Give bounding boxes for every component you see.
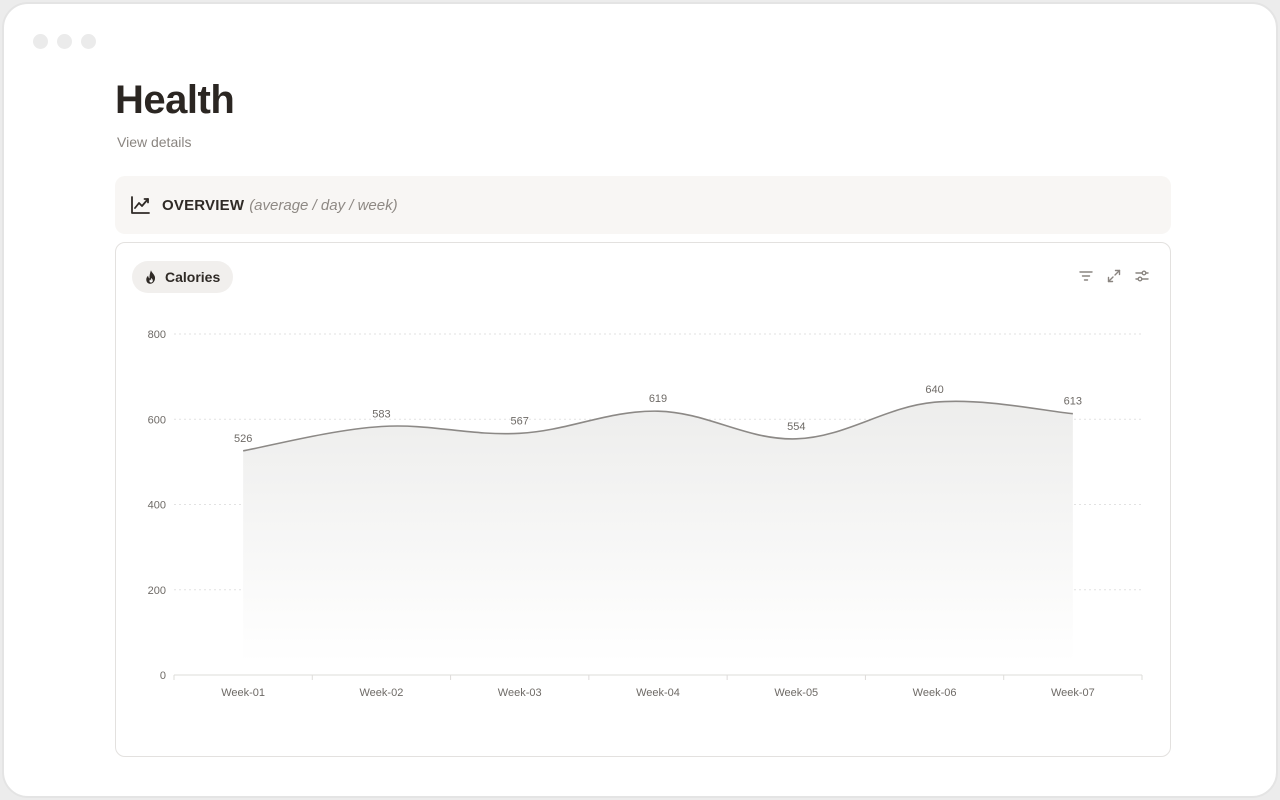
chart-area-layer xyxy=(243,400,1073,663)
view-details-link[interactable]: View details xyxy=(117,134,191,150)
filter-icon[interactable] xyxy=(1078,268,1094,284)
window-control-dot[interactable] xyxy=(33,34,48,49)
x-tick-label: Week-03 xyxy=(498,687,542,699)
data-label: 619 xyxy=(649,393,667,405)
y-tick-label: 800 xyxy=(148,329,166,341)
x-tick-label: Week-07 xyxy=(1051,687,1095,699)
data-label: 583 xyxy=(372,408,390,420)
y-tick-label: 200 xyxy=(148,585,166,597)
flame-icon xyxy=(143,269,159,285)
overview-header: OVERVIEW (average / day / week) xyxy=(115,176,1171,234)
window-control-dot[interactable] xyxy=(81,34,96,49)
calories-chart: 0 200 400 600 800 Week-01 Week-02 Week-03 Week-0… xyxy=(148,329,1143,699)
x-tick-label: Week-04 xyxy=(636,687,680,699)
window-controls xyxy=(33,34,96,49)
y-tick-label: 400 xyxy=(148,500,166,512)
y-tick-label: 0 xyxy=(160,670,166,682)
overview-label: OVERVIEW xyxy=(162,196,245,214)
data-label: 567 xyxy=(511,415,529,427)
window-control-dot[interactable] xyxy=(57,34,72,49)
chart-toolbar xyxy=(1078,268,1150,284)
chart-card: 0 200 400 600 800 Week-01 Week-02 Week-03 Week-0… xyxy=(115,242,1171,757)
overview-subtitle: (average / day / week) xyxy=(249,196,398,214)
sliders-icon[interactable] xyxy=(1134,268,1150,284)
trend-line-icon xyxy=(129,194,151,216)
x-tick-label: Week-01 xyxy=(221,687,265,699)
y-tick-label: 600 xyxy=(148,414,166,426)
metric-chip-calories[interactable]: Calories xyxy=(132,261,234,293)
x-tick-label: Week-02 xyxy=(360,687,404,699)
app-window: Health View details OVERVIEW (average / … xyxy=(2,2,1278,798)
data-label: 554 xyxy=(787,421,805,433)
data-label: 526 xyxy=(234,433,252,445)
metric-chip-label: Calories xyxy=(165,269,221,285)
series-area xyxy=(243,401,1073,663)
data-label: 613 xyxy=(1064,396,1082,408)
page-title: Health xyxy=(115,78,235,122)
expand-icon[interactable] xyxy=(1106,268,1122,284)
x-tick-label: Week-05 xyxy=(774,687,818,699)
x-tick-label: Week-06 xyxy=(913,687,957,699)
data-label: 640 xyxy=(925,384,943,396)
